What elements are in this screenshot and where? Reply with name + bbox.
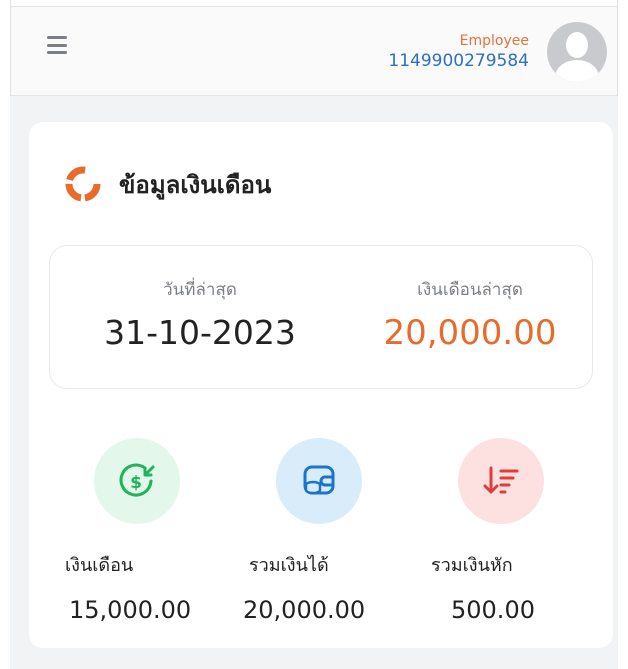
top-divider [11,0,617,7]
loading-ring-icon [65,166,101,202]
sort-down-icon [483,466,519,494]
income-icon-circle [276,438,362,524]
user-role: Employee [459,33,529,49]
latest-salary-block: เงินเดือนล่าสุด 20,000.00 [350,276,590,353]
right-frame [618,0,628,669]
wallet-coins-icon [303,465,335,495]
user-id: 1149900279584 [388,51,529,71]
stat-label: รวมเงินได้ [249,555,329,576]
deduction-icon-circle [458,438,544,524]
card-header: ข้อมูลเงินเดือน [63,164,271,204]
stat-value: 20,000.00 [243,596,366,624]
salary-card: ข้อมูลเงินเดือน วันที่ล่าสุด 31-10-2023 … [29,122,613,648]
card-title: ข้อมูลเงินเดือน [119,170,272,199]
stat-total-income[interactable]: รวมเงินได้ 20,000.00 [229,438,409,624]
left-frame [0,0,10,669]
latest-date-block: วันที่ล่าสุด 31-10-2023 [80,276,320,352]
latest-date-label: วันที่ล่าสุด [163,280,237,300]
salary-icon-circle: $ [94,438,180,524]
svg-text:$: $ [130,473,142,493]
latest-salary-value: 20,000.00 [383,313,557,353]
stat-salary[interactable]: $ เงินเดือน 15,000.00 [47,438,227,624]
latest-salary-label: เงินเดือนล่าสุด [417,280,523,300]
stat-value: 15,000.00 [69,596,192,624]
latest-date-value: 31-10-2023 [104,313,296,352]
stat-label: รวมเงินหัก [431,555,513,576]
avatar[interactable] [547,22,607,82]
stat-value: 500.00 [451,596,535,624]
user-info[interactable]: Employee 1149900279584 [388,32,529,72]
stat-label: เงินเดือน [65,555,134,576]
stat-total-deduction[interactable]: รวมเงินหัก 500.00 [411,438,591,624]
latest-summary-box: วันที่ล่าสุด 31-10-2023 เงินเดือนล่าสุด … [49,245,593,389]
menu-icon[interactable] [47,36,67,54]
salary-dollar-icon: $ [119,463,155,497]
top-bar: Employee 1149900279584 [10,0,618,96]
